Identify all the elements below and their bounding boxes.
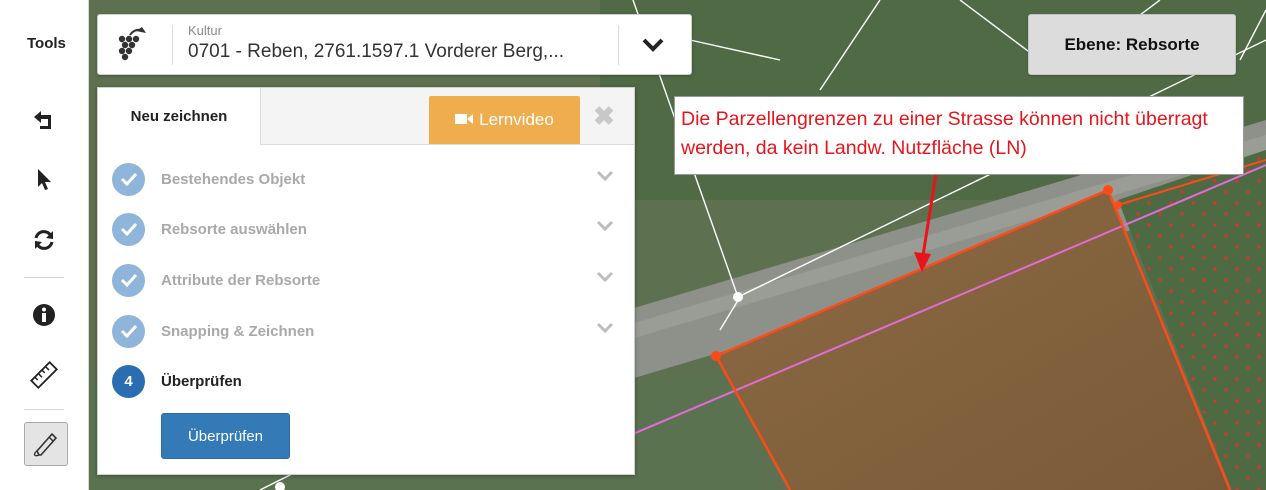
- check-icon: [112, 162, 145, 196]
- check-icon: [112, 314, 145, 348]
- chevron-down-icon[interactable]: [633, 30, 673, 60]
- info-icon[interactable]: [0, 300, 88, 330]
- chevron-down-icon: [596, 321, 614, 339]
- divider: [618, 25, 619, 65]
- tools-title: Tools: [27, 35, 66, 52]
- annotation-box: Die Parzellengrenzen zu einer Strasse kö…: [674, 96, 1244, 175]
- pointer-icon[interactable]: [0, 163, 88, 195]
- draw-wizard-panel: Neu zeichnen Lernvideo ✖ Bestehendes Obj…: [97, 87, 635, 475]
- refresh-icon[interactable]: [0, 222, 88, 258]
- step-attribute-der-rebsorte[interactable]: Attribute der Rebsorte: [112, 262, 622, 298]
- kultur-value: 0701 - Reben, 2761.1597.1 Vorderer Berg,…: [188, 41, 565, 62]
- step-bestehendes-objekt[interactable]: Bestehendes Objekt: [112, 161, 622, 197]
- ueberpruefen-button[interactable]: Überprüfen: [161, 413, 290, 459]
- lernvideo-label: Lernvideo: [479, 110, 554, 129]
- back-arrow-icon[interactable]: [0, 104, 88, 136]
- tab-neu-zeichnen[interactable]: Neu zeichnen: [98, 88, 261, 145]
- kultur-select[interactable]: Kultur 0701 - Reben, 2761.1597.1 Vordere…: [97, 14, 692, 75]
- toolbar-divider: [24, 277, 64, 278]
- lernvideo-button[interactable]: Lernvideo: [429, 96, 580, 144]
- check-icon: [112, 263, 145, 297]
- tools-sidebar: Tools: [0, 0, 89, 490]
- video-camera-icon: [455, 110, 474, 130]
- chevron-down-icon: [596, 270, 614, 288]
- draw-tool-button[interactable]: [24, 422, 68, 466]
- step-snapping-zeichnen[interactable]: Snapping & Zeichnen: [112, 313, 622, 349]
- step-label: Snapping & Zeichnen: [161, 322, 315, 340]
- grape-icon: [116, 27, 150, 68]
- annotation-text: Die Parzellengrenzen zu einer Strasse kö…: [681, 108, 1208, 159]
- close-icon[interactable]: ✖: [590, 101, 618, 131]
- chevron-down-icon: [596, 169, 614, 187]
- kultur-label: Kultur: [188, 23, 222, 38]
- layer-button[interactable]: Ebene: Rebsorte: [1028, 14, 1236, 75]
- step-label: Bestehendes Objekt: [161, 170, 306, 188]
- chevron-down-icon: [596, 219, 614, 237]
- step-ueberpruefen: 4 Überprüfen: [112, 363, 622, 399]
- step-number: 4: [112, 364, 145, 398]
- step-rebsorte-auswaehlen[interactable]: Rebsorte auswählen: [112, 211, 622, 247]
- step-label: Rebsorte auswählen: [161, 220, 307, 238]
- step-label: Attribute der Rebsorte: [161, 271, 321, 289]
- pencil-icon: [33, 432, 58, 457]
- step-label: Überprüfen: [161, 372, 242, 390]
- ruler-icon[interactable]: [0, 358, 88, 392]
- divider: [172, 25, 173, 65]
- toolbar-divider: [24, 409, 64, 410]
- check-icon: [112, 212, 145, 246]
